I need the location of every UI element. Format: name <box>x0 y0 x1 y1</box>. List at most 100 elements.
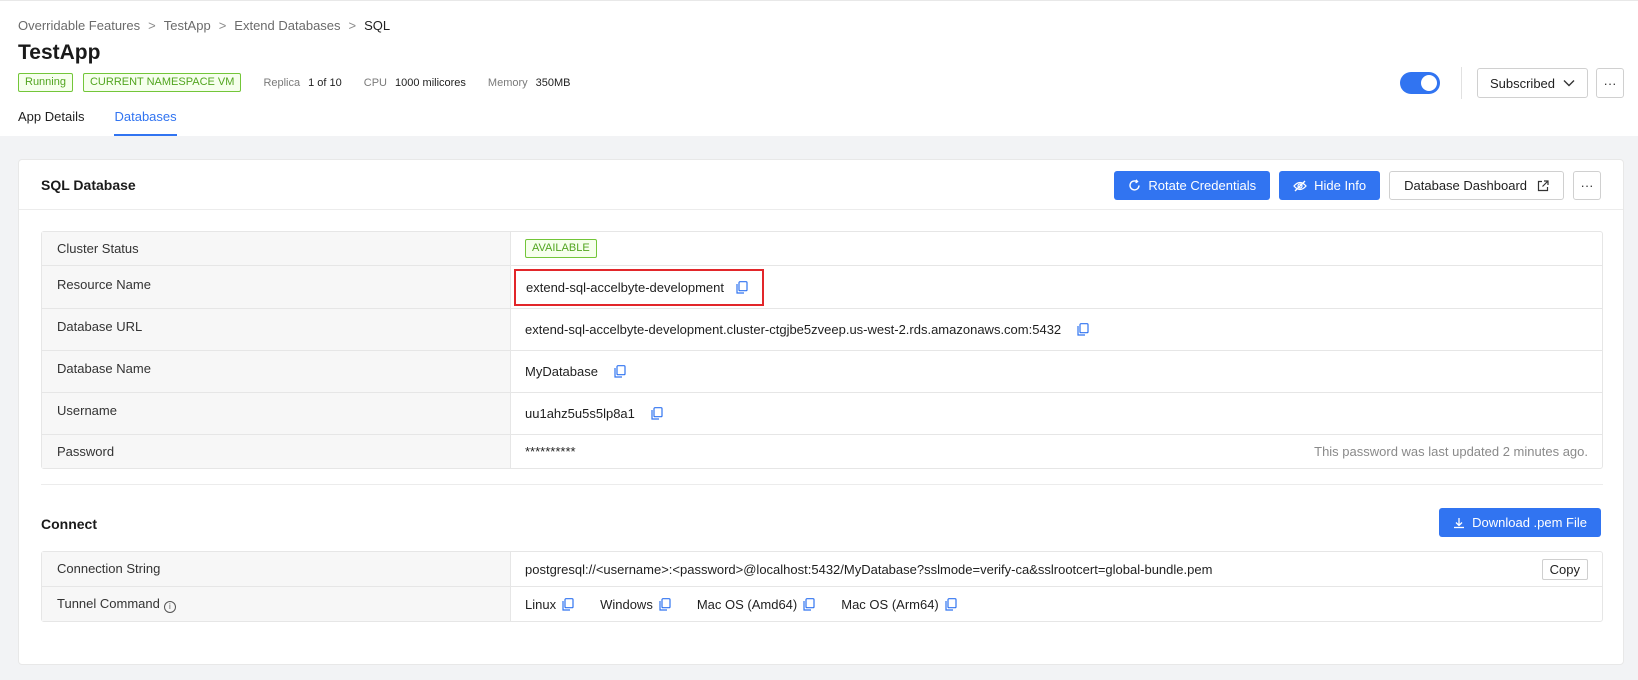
breadcrumb-item-overridable[interactable]: Overridable Features <box>18 18 140 33</box>
rotate-credentials-button[interactable]: Rotate Credentials <box>1114 171 1271 200</box>
rotate-label: Rotate Credentials <box>1148 178 1257 193</box>
username-text: uu1ahz5u5s5lp8a1 <box>525 406 635 421</box>
cpu-info: CPU 1000 milicores <box>364 77 466 89</box>
username-value: uu1ahz5u5s5lp8a1 <box>511 393 1602 434</box>
card-header: SQL Database Rotate Credentials Hide Inf… <box>19 160 1623 210</box>
tab-bar: App Details Databases <box>18 109 177 136</box>
more-icon: ··· <box>1603 75 1617 91</box>
breadcrumb-item-testapp[interactable]: TestApp <box>164 18 211 33</box>
cpu-label: CPU <box>363 76 387 89</box>
connection-string-text: postgresql://<username>:<password>@local… <box>525 561 1213 577</box>
database-name-value: MyDatabase <box>511 351 1602 392</box>
tunnel-macos-arm64[interactable]: Mac OS (Arm64) <box>841 597 957 612</box>
copy-icon[interactable] <box>659 597 671 611</box>
tunnel-command-value: Linux Windows Mac OS (Amd64) Mac OS (Arm… <box>511 587 1602 621</box>
tunnel-command-label: Tunnel Command <box>57 596 160 611</box>
header-divider <box>1461 67 1462 99</box>
eye-off-icon <box>1293 180 1307 191</box>
memory-label: Memory <box>487 76 528 89</box>
replica-value: 1 of 10 <box>308 76 342 89</box>
os-label: Windows <box>600 596 653 612</box>
memory-info: Memory 350MB <box>488 77 571 89</box>
toggle-knob <box>1421 75 1437 91</box>
memory-value: 350MB <box>535 76 571 89</box>
hide-info-button[interactable]: Hide Info <box>1279 171 1381 200</box>
password-text: ********** <box>525 444 576 459</box>
os-label: Linux <box>525 596 557 612</box>
cpu-value: 1000 milicores <box>395 76 466 89</box>
download-label: Download .pem File <box>1472 515 1587 530</box>
database-url-text: extend-sql-accelbyte-development.cluster… <box>525 322 1062 337</box>
sql-database-card: SQL Database Rotate Credentials Hide Inf… <box>18 159 1624 665</box>
breadcrumb-current: SQL <box>364 18 391 33</box>
table-row: Password ********** This password was la… <box>42 435 1602 468</box>
breadcrumb-item-extend-databases[interactable]: Extend Databases <box>234 18 340 33</box>
username-key: Username <box>42 393 511 434</box>
database-dashboard-button[interactable]: Database Dashboard <box>1389 171 1564 200</box>
database-url-key: Database URL <box>42 309 511 350</box>
more-icon: ··· <box>1580 178 1594 193</box>
replica-label: Replica <box>263 76 301 89</box>
resource-name-value: extend-sql-accelbyte-development <box>511 266 1602 308</box>
breadcrumb-separator: > <box>348 18 357 33</box>
copy-icon[interactable] <box>614 365 626 378</box>
card-more-button[interactable]: ··· <box>1573 171 1601 200</box>
table-row: Username uu1ahz5u5s5lp8a1 <box>42 393 1602 435</box>
tunnel-macos-amd64[interactable]: Mac OS (Amd64) <box>697 597 815 612</box>
app-enabled-toggle[interactable] <box>1400 72 1440 94</box>
connect-title: Connect <box>41 516 97 532</box>
copy-icon[interactable] <box>562 597 574 611</box>
database-name-key: Database Name <box>42 351 511 392</box>
info-icon[interactable]: i <box>163 601 176 613</box>
tab-databases[interactable]: Databases <box>114 109 177 136</box>
database-url-value: extend-sql-accelbyte-development.cluster… <box>511 309 1602 350</box>
cluster-status-key: Cluster Status <box>42 232 511 265</box>
password-key: Password <box>42 435 511 468</box>
replica-info: Replica 1 of 10 <box>263 77 341 89</box>
tunnel-linux[interactable]: Linux <box>525 597 574 612</box>
copy-icon[interactable] <box>945 597 957 611</box>
resource-name-text: extend-sql-accelbyte-development <box>526 279 724 295</box>
cluster-status-value: AVAILABLE <box>511 232 1602 265</box>
breadcrumb: Overridable Features > TestApp > Extend … <box>18 18 390 33</box>
resource-name-highlight: extend-sql-accelbyte-development <box>514 268 764 306</box>
database-info-table: Cluster Status AVAILABLE Resource Name e… <box>41 231 1603 469</box>
table-row: Cluster Status AVAILABLE <box>42 232 1602 266</box>
tunnel-command-key: Tunnel Command i <box>42 587 511 621</box>
copy-connection-string-button[interactable]: Copy <box>1541 558 1588 580</box>
more-options-button[interactable]: ··· <box>1596 68 1624 98</box>
copy-icon[interactable] <box>651 407 663 420</box>
database-name-text: MyDatabase <box>525 364 598 379</box>
status-badge: Running <box>18 73 73 92</box>
dashboard-label: Database Dashboard <box>1404 178 1527 193</box>
copy-icon[interactable] <box>803 597 815 611</box>
breadcrumb-separator: > <box>148 18 156 33</box>
copy-icon[interactable] <box>1077 323 1089 336</box>
breadcrumb-separator: > <box>218 18 227 33</box>
resource-name-key: Resource Name <box>42 266 511 308</box>
subscribed-dropdown[interactable]: Subscribed <box>1477 68 1588 98</box>
os-label: Mac OS (Arm64) <box>841 596 939 612</box>
external-link-icon <box>1537 179 1549 191</box>
section-divider <box>41 484 1603 485</box>
download-icon <box>1454 517 1465 528</box>
chevron-down-icon <box>1563 80 1575 87</box>
table-row: Resource Name extend-sql-accelbyte-devel… <box>42 266 1602 309</box>
card-actions: Rotate Credentials Hide Info Database Da… <box>1114 171 1601 200</box>
password-updated-note: This password was last updated 2 minutes… <box>1314 444 1588 459</box>
card-title: SQL Database <box>41 177 136 193</box>
connection-string-value: postgresql://<username>:<password>@local… <box>511 552 1602 586</box>
table-row: Connection String postgresql://<username… <box>42 552 1602 587</box>
connect-table: Connection String postgresql://<username… <box>41 551 1603 622</box>
table-row: Database URL extend-sql-accelbyte-develo… <box>42 309 1602 351</box>
refresh-icon <box>1129 179 1141 191</box>
download-pem-button[interactable]: Download .pem File <box>1439 508 1601 537</box>
page-header: Overridable Features > TestApp > Extend … <box>0 0 1638 136</box>
password-value: ********** This password was last update… <box>511 435 1602 468</box>
copy-icon[interactable] <box>736 280 748 294</box>
table-row: Database Name MyDatabase <box>42 351 1602 393</box>
tab-app-details[interactable]: App Details <box>18 109 84 136</box>
page-title: TestApp <box>18 41 101 64</box>
tunnel-windows[interactable]: Windows <box>600 597 671 612</box>
namespace-badge: CURRENT NAMESPACE VM <box>82 73 242 92</box>
